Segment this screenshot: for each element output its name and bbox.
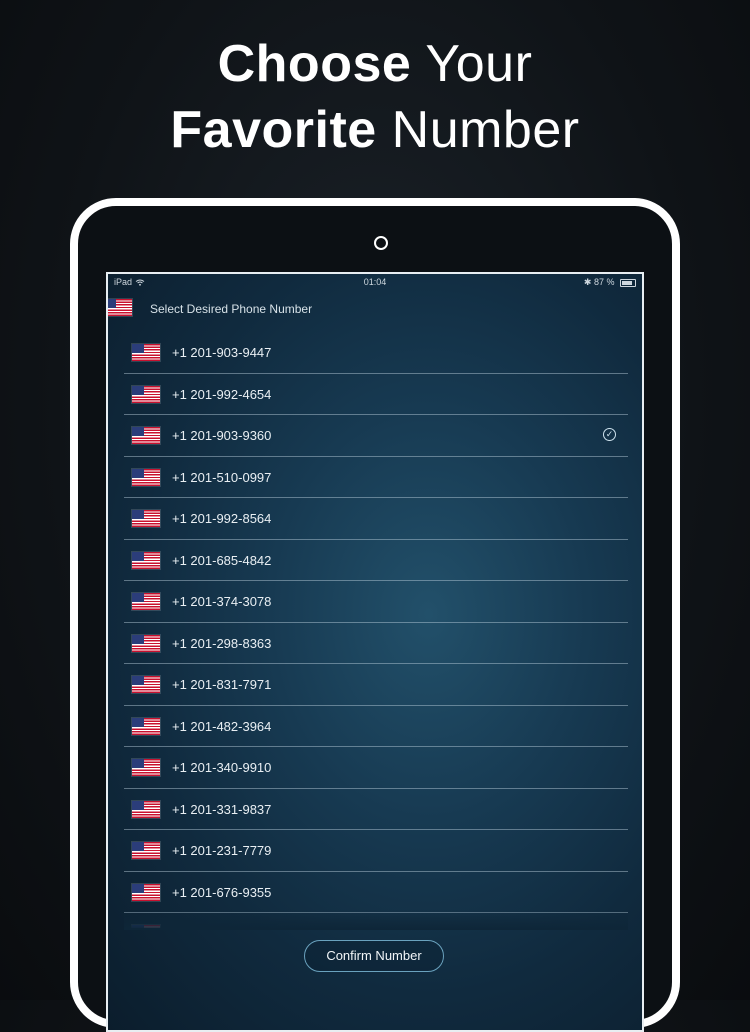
us-flag-icon bbox=[132, 800, 160, 818]
us-flag-icon bbox=[132, 842, 160, 859]
us-flag-icon bbox=[132, 593, 160, 610]
battery-percent: 87 % bbox=[593, 277, 615, 287]
phone-number-row[interactable]: +1 201-676-9355 bbox=[124, 872, 628, 913]
phone-number-label: +1 201-374-3078 bbox=[172, 594, 272, 609]
phone-number-label: +1 201-298-8363 bbox=[172, 635, 272, 651]
app-screen: iPad 01:04 ✱ 87 % Select Desired Phone N… bbox=[106, 272, 644, 1032]
phone-number-label: +1 201-831-7971 bbox=[172, 677, 272, 692]
tablet-frame: iPad 01:04 ✱ 87 % Select Desired Phone N… bbox=[70, 198, 680, 1032]
phone-number-label: +1 201-992-4654 bbox=[172, 386, 272, 402]
phone-number-list[interactable]: +1 201-903-9447 +1 201-992-4654 +1 201-903… bbox=[124, 332, 628, 928]
bluetooth-icon: ✱ bbox=[583, 277, 592, 287]
phone-number-row[interactable]: +1 201-510-0997 bbox=[124, 457, 628, 498]
us-flag-icon bbox=[132, 385, 160, 403]
phone-number-row[interactable]: +1 201-482-3964 bbox=[124, 706, 628, 747]
phone-number-label: +1 201-340-9910 bbox=[172, 760, 272, 775]
phone-number-row[interactable]: +1 201-992-4654 bbox=[124, 374, 628, 415]
headline-bold-word: Choose bbox=[217, 35, 412, 93]
phone-number-row[interactable]: +1 201-331-9837 bbox=[124, 789, 628, 830]
status-time: 01:04 bbox=[363, 277, 387, 287]
phone-number-label: +1 201-676-9355 bbox=[172, 884, 272, 900]
phone-number-row[interactable]: +1 201-340-9910 bbox=[124, 747, 628, 789]
headline-bold-word: Favorite bbox=[170, 101, 377, 159]
phone-number-label: +1 201-903-9447 bbox=[172, 345, 272, 360]
headline-line-2: Favorite Number bbox=[0, 98, 750, 162]
us-flag-icon bbox=[132, 634, 160, 652]
us-flag-icon bbox=[132, 676, 160, 693]
phone-number-row[interactable]: +1 201-298-8363 bbox=[124, 623, 628, 664]
status-right: ✱ 87 % bbox=[584, 277, 636, 288]
us-flag-icon bbox=[132, 759, 160, 776]
us-flag-icon bbox=[132, 468, 160, 486]
phone-number-row[interactable]: +1 201-231-7779 bbox=[124, 830, 628, 872]
phone-number-row[interactable]: +1 201-903-9447 bbox=[124, 332, 628, 374]
us-flag-icon bbox=[132, 717, 160, 735]
phone-number-row[interactable]: +1 201-992-8564 bbox=[124, 498, 628, 540]
us-flag-icon[interactable] bbox=[108, 299, 132, 316]
us-flag-icon bbox=[132, 510, 160, 527]
phone-number-row[interactable]: +1 201-685-4842 bbox=[124, 540, 628, 581]
phone-number-label: +1 201-903-9360 bbox=[172, 428, 272, 443]
phone-number-label: +1 201-992-8564 bbox=[172, 511, 272, 526]
headline-light-word: Your bbox=[425, 35, 533, 93]
camera-icon bbox=[374, 236, 388, 250]
headline-line-1: Choose Your bbox=[0, 32, 750, 96]
us-flag-icon bbox=[132, 344, 160, 361]
battery-icon bbox=[620, 278, 636, 287]
checkmark-icon: ✓ bbox=[603, 428, 616, 441]
list-fade bbox=[124, 910, 628, 930]
phone-number-row[interactable]: +1 201-831-7971 bbox=[124, 664, 628, 706]
status-bar: iPad 01:04 ✱ 87 % bbox=[108, 274, 642, 292]
headline-light-word: Number bbox=[391, 101, 580, 159]
us-flag-icon bbox=[132, 883, 160, 901]
us-flag-icon bbox=[132, 427, 160, 444]
phone-number-label: +1 201-510-0997 bbox=[172, 469, 272, 485]
us-flag-icon bbox=[132, 551, 160, 569]
phone-number-label: +1 201-331-9837 bbox=[172, 801, 272, 817]
phone-number-label: +1 201-482-3964 bbox=[172, 718, 272, 734]
page-title: Select Desired Phone Number bbox=[150, 302, 313, 316]
phone-number-row[interactable]: +1 201-903-9360 ✓ bbox=[124, 415, 628, 457]
phone-number-label: +1 201-231-7779 bbox=[172, 843, 272, 858]
nav-bar: Select Desired Phone Number bbox=[108, 294, 642, 326]
phone-number-label: +1 201-685-4842 bbox=[172, 552, 272, 568]
phone-number-row[interactable]: +1 201-374-3078 bbox=[124, 581, 628, 623]
confirm-number-button[interactable]: Confirm Number bbox=[304, 940, 444, 972]
